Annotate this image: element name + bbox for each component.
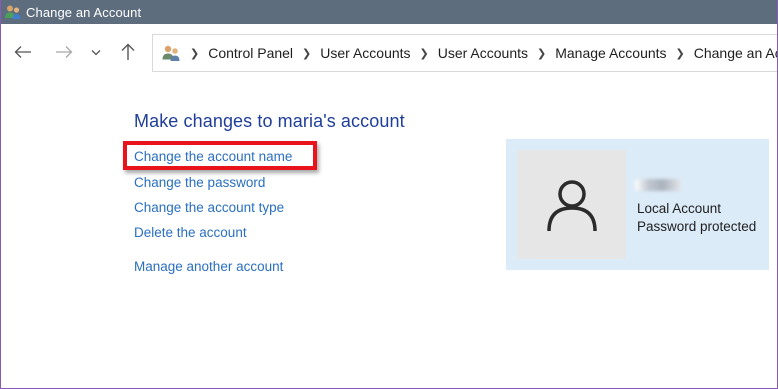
- breadcrumb-item-user-accounts[interactable]: User Accounts: [320, 45, 410, 61]
- breadcrumb-separator[interactable]: ❯: [537, 47, 546, 60]
- users-icon: [161, 44, 181, 62]
- manage-another-account-link[interactable]: Manage another account: [134, 259, 283, 274]
- recent-locations-button[interactable]: [85, 40, 107, 64]
- breadcrumb-separator[interactable]: ❯: [190, 47, 199, 60]
- forward-button[interactable]: [52, 40, 76, 64]
- breadcrumb-item-change-account[interactable]: Change an Account: [694, 45, 777, 61]
- password-status-label: Password protected: [637, 219, 757, 234]
- back-button[interactable]: [11, 40, 35, 64]
- control-panel-window: Change an Account ❯ Control Panel ❯ User…: [0, 0, 778, 389]
- users-icon: [4, 4, 22, 20]
- user-avatar-icon: [546, 179, 597, 231]
- page-heading: Make changes to maria's account: [134, 111, 405, 131]
- window-title: Change an Account: [26, 4, 142, 20]
- account-info-panel: Local Account Password protected: [506, 139, 769, 270]
- breadcrumb-item-manage-accounts[interactable]: Manage Accounts: [555, 45, 666, 61]
- breadcrumb-item-control-panel[interactable]: Control Panel: [208, 45, 293, 61]
- breadcrumb-separator[interactable]: ❯: [420, 47, 429, 60]
- delete-account-link[interactable]: Delete the account: [134, 225, 247, 240]
- highlight-annotation-box: [123, 141, 317, 170]
- up-arrow-icon: [121, 43, 135, 60]
- up-button[interactable]: [116, 40, 140, 64]
- blurred-account-name: [635, 179, 681, 191]
- breadcrumb-separator[interactable]: ❯: [676, 47, 685, 60]
- navigation-bar: ❯ Control Panel ❯ User Accounts ❯ User A…: [1, 24, 777, 80]
- change-password-link[interactable]: Change the password: [134, 175, 265, 190]
- chevron-down-icon: [91, 49, 101, 55]
- breadcrumb-item-user-accounts-2[interactable]: User Accounts: [438, 45, 528, 61]
- forward-arrow-icon: [56, 46, 73, 58]
- avatar: [517, 150, 626, 259]
- change-account-type-link[interactable]: Change the account type: [134, 200, 284, 215]
- breadcrumb-separator[interactable]: ❯: [302, 47, 311, 60]
- address-bar[interactable]: ❯ Control Panel ❯ User Accounts ❯ User A…: [152, 34, 777, 72]
- account-type-label: Local Account: [637, 201, 722, 216]
- back-arrow-icon: [14, 46, 31, 58]
- title-bar[interactable]: Change an Account: [1, 0, 777, 24]
